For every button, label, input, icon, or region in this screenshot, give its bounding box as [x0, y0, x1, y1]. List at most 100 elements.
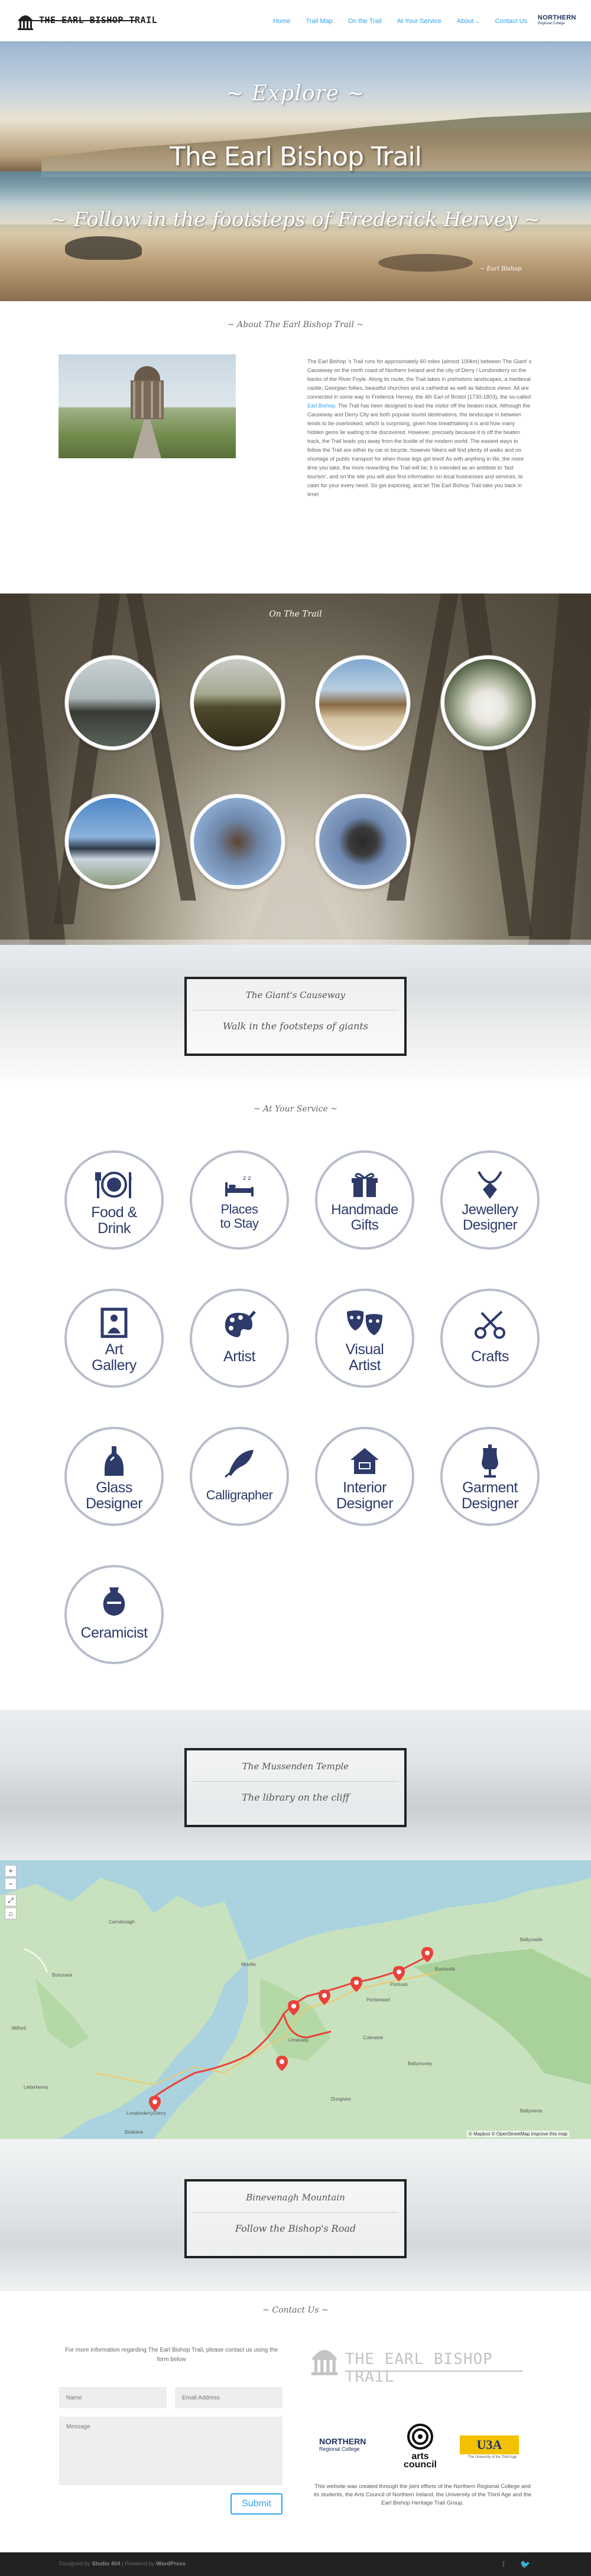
town-label: Ballymena — [520, 2108, 543, 2114]
palette-icon — [225, 1310, 256, 1338]
beach-cliffs-photo[interactable] — [316, 656, 410, 750]
arts-council-partner[interactable]: arts council — [402, 2424, 439, 2470]
town-label: Moville — [241, 1962, 256, 1967]
zoom-out-button[interactable]: − — [5, 1878, 17, 1890]
partner-name: arts council — [403, 2451, 437, 2470]
about-text-part: The Earl Bishop ‘s Trail runs for approx… — [307, 358, 532, 400]
partner-sub: Regional College — [319, 2446, 360, 2452]
trail-marker[interactable] — [421, 1946, 434, 1963]
contact-section-title: ~ Contact Us ~ — [262, 2306, 329, 2315]
glass-bottle-icon — [105, 1446, 124, 1476]
trail-map[interactable]: Ballycastle Carndonagh Moville Buncrana … — [0, 1860, 591, 2139]
arts-council-icon — [407, 2424, 433, 2450]
service-visual-artist[interactable]: Visual Artist — [315, 1289, 414, 1388]
nav-contact[interactable]: Contact Us — [495, 18, 527, 25]
service-crafts[interactable]: Crafts — [440, 1289, 540, 1388]
northern-regional-college-partner[interactable]: NORTHERN Regional College — [319, 2437, 384, 2452]
service-label: Interior Designer — [336, 1479, 394, 1512]
service-jewellery-designer[interactable]: Jewellery Designer — [440, 1150, 540, 1250]
map-pin-icon — [421, 1947, 433, 1962]
twitter-icon[interactable]: 🐦 — [520, 2559, 530, 2570]
trail-marker[interactable] — [318, 1989, 331, 2006]
camera-photo[interactable] — [316, 794, 410, 889]
map-pin-icon — [276, 2056, 288, 2071]
nav-trail-map[interactable]: Trail Map — [306, 18, 332, 25]
giants-causeway-box[interactable]: The Giant's Causeway Walk in the footste… — [184, 977, 407, 1056]
home-button[interactable]: ⌂ — [5, 1907, 17, 1919]
town-label: Dungiven — [331, 2096, 351, 2102]
mussenden-temple-image — [59, 354, 236, 458]
service-ceramicist[interactable]: Ceramicist — [64, 1565, 164, 1664]
logo-underline — [24, 20, 136, 21]
fullscreen-button[interactable]: ⤢ — [5, 1894, 17, 1906]
service-handmade-gifts[interactable]: Handmade Gifts — [315, 1150, 414, 1250]
georgian-house-photo[interactable] — [441, 656, 535, 750]
name-field[interactable] — [59, 2387, 167, 2408]
nav-at-your-service[interactable]: At Your Service — [397, 18, 441, 25]
site-footer: Designed by Studio 404 | Powered by Word… — [0, 2552, 591, 2576]
nav-about[interactable]: About — [457, 18, 480, 25]
contact-logo-text: THE EARL BISHOP TRAIL — [345, 2350, 493, 2386]
town-label: Carndonagh — [109, 1919, 135, 1925]
service-label: Food & Drink — [91, 1204, 137, 1237]
map-pin-icon — [319, 1990, 330, 2005]
nav-home[interactable]: Home — [273, 18, 290, 25]
castle-ruins-photo[interactable] — [190, 656, 285, 750]
submit-button[interactable]: Submit — [230, 2493, 282, 2515]
service-calligrapher[interactable]: Calligrapher — [190, 1427, 289, 1526]
earl-bishop-link[interactable]: Earl Bishop — [307, 403, 335, 409]
gift-icon — [352, 1173, 378, 1197]
map-attribution[interactable]: © Mapbox © OpenStreetMap Improve this ma… — [467, 2131, 569, 2137]
service-food-drink[interactable]: Food & Drink — [64, 1150, 164, 1250]
band-tagline: The library on the cliff — [242, 1792, 349, 1803]
hero-subtitle: ~ Follow in the footsteps of Frederick H… — [50, 208, 541, 231]
service-art-gallery[interactable]: Art Gallery — [64, 1289, 164, 1388]
partner-name: U3A — [460, 2435, 519, 2454]
u3a-partner[interactable]: U3A The University of the Third Age — [460, 2435, 525, 2459]
trail-marker[interactable] — [148, 2095, 161, 2112]
site-header: THE EARL BISHOP TRAIL Home Trail Map On … — [0, 0, 591, 41]
service-label: Crafts — [471, 1348, 509, 1365]
mussenden-temple-box[interactable]: The Mussenden Temple The library on the … — [184, 1748, 407, 1827]
service-glass-designer[interactable]: Glass Designer — [64, 1427, 164, 1526]
email-field[interactable] — [175, 2387, 282, 2408]
binevenagh-box[interactable]: Binevenagh Mountain Follow the Bishop's … — [184, 2179, 407, 2258]
zoom-in-button[interactable]: + — [5, 1865, 17, 1877]
designer-link[interactable]: Studio 404 — [92, 2561, 120, 2567]
bed-icon: z z — [225, 1175, 254, 1196]
service-places-to-stay[interactable]: z z Places to Stay — [190, 1150, 289, 1250]
service-interior-designer[interactable]: Interior Designer — [315, 1427, 414, 1526]
service-garment-designer[interactable]: Garment Designer — [440, 1427, 540, 1526]
facebook-icon[interactable]: f — [502, 2559, 505, 2569]
contact-footnote: This website was created through the joi… — [313, 2483, 532, 2506]
hero-rock — [378, 254, 473, 272]
wordpress-link[interactable]: WordPress — [156, 2561, 186, 2567]
trail-marker[interactable] — [275, 2055, 288, 2072]
on-the-trail-title: On The Trail — [269, 609, 322, 619]
about-section-title: ~ About The Earl Bishop Trail ~ — [227, 320, 364, 330]
trail-marker[interactable] — [392, 1965, 405, 1982]
service-label: Visual Artist — [345, 1341, 384, 1374]
band-title: Binevenagh Mountain — [246, 2192, 345, 2203]
trail-marker[interactable] — [287, 2000, 300, 2016]
service-label: Jewellery Designer — [462, 1202, 518, 1233]
trail-marker[interactable] — [350, 1976, 363, 1993]
contact-logo-underline — [345, 2370, 522, 2372]
town-label: Buncrana — [52, 1972, 73, 1978]
horse-statue-photo[interactable] — [190, 794, 285, 889]
temple-logo-icon — [311, 2350, 338, 2375]
town-label: Coleraine — [363, 2035, 384, 2040]
town-label: Portrush — [390, 1982, 408, 1987]
town-label: Letterkenny — [24, 2085, 48, 2090]
northern-regional-college-logo[interactable]: NORTHERN Regional College — [538, 14, 579, 25]
mountain-view-photo[interactable] — [65, 794, 160, 889]
temple-path — [132, 419, 162, 458]
coast-rocks-photo[interactable] — [65, 656, 160, 750]
town-label: Londonderry/Derry — [126, 2111, 166, 2116]
service-label: Handmade Gifts — [331, 1202, 398, 1233]
house-icon — [350, 1448, 379, 1474]
vase-icon — [103, 1587, 125, 1616]
message-field[interactable] — [59, 2417, 282, 2485]
nav-on-the-trail[interactable]: On the Trail — [348, 18, 382, 25]
service-artist[interactable]: Artist — [190, 1289, 289, 1388]
